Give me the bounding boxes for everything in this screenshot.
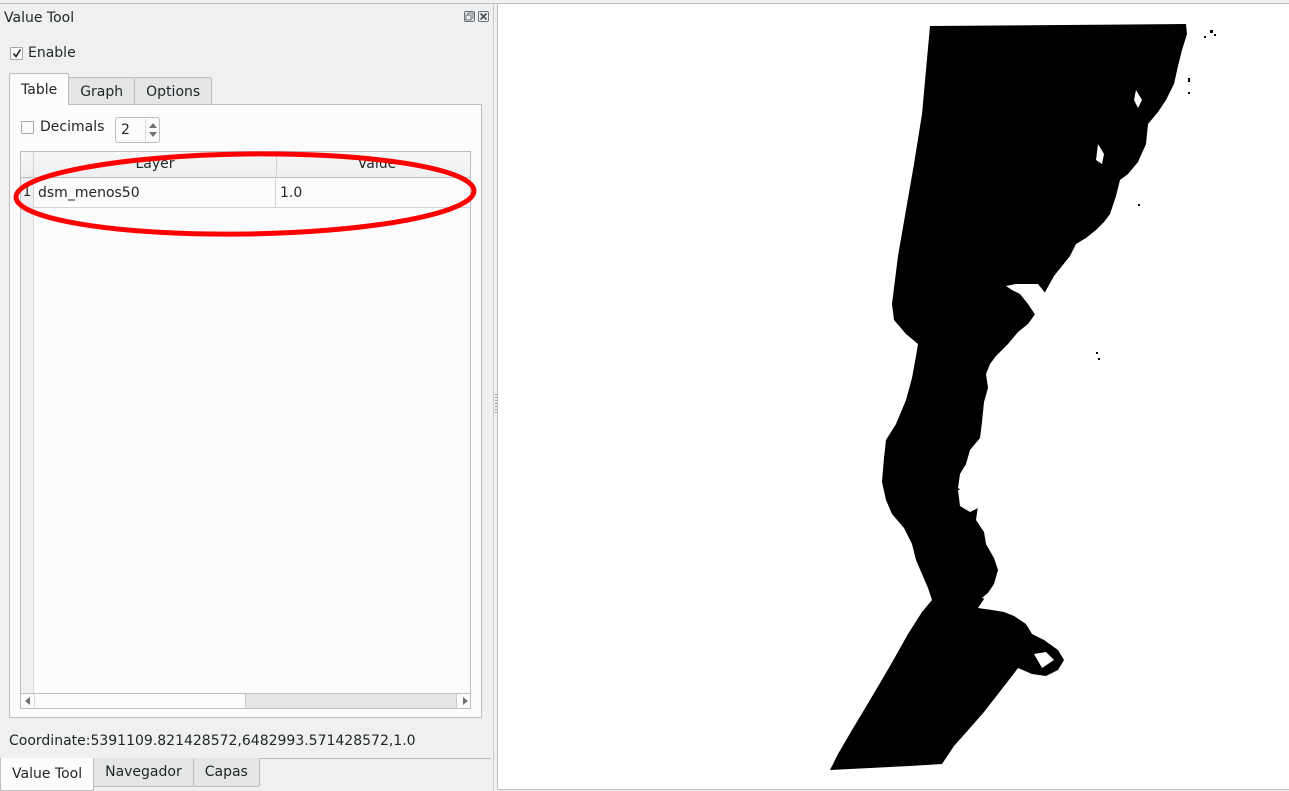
- tab-table[interactable]: Table: [9, 73, 70, 105]
- row-number[interactable]: 1: [21, 178, 34, 208]
- row-header-column: [21, 178, 34, 694]
- enable-checkbox[interactable]: [10, 46, 23, 60]
- cell-layer[interactable]: dsm_menos50: [35, 178, 276, 208]
- map-canvas[interactable]: [497, 4, 1289, 790]
- checkmark-icon: [12, 48, 22, 58]
- scroll-right-icon[interactable]: [463, 697, 468, 705]
- enable-label: Enable: [28, 45, 76, 61]
- tab-graph[interactable]: Graph: [68, 77, 136, 105]
- values-table: Layer Value 1 dsm_menos50 1.0: [20, 151, 471, 709]
- raster-layer-render: [830, 24, 1216, 770]
- table-row[interactable]: 1 dsm_menos50 1.0: [21, 178, 470, 208]
- tab-options[interactable]: Options: [134, 77, 213, 105]
- spin-arrows: [145, 119, 158, 141]
- close-icon[interactable]: [478, 11, 489, 22]
- bottom-tab-navegador[interactable]: Navegador: [93, 758, 194, 787]
- value-tool-dock: Value Tool Enable Table Graph Options De…: [0, 4, 493, 791]
- scroll-left-icon[interactable]: [25, 697, 30, 705]
- inlet-feature: [1004, 344, 1032, 364]
- decimals-value[interactable]: 2: [121, 122, 130, 138]
- dock-bottom-tabs: Value Tool Navegador Capas: [0, 758, 260, 791]
- dock-title: Value Tool: [4, 10, 75, 26]
- column-header-layer[interactable]: Layer: [34, 156, 276, 172]
- table-tab-panel: Decimals 2 Layer Value 1 dsm_menos50 1.0: [9, 104, 482, 718]
- decimals-label: Decimals: [40, 119, 105, 135]
- coordinate-readout: Coordinate:5391109.821428572,6482993.571…: [9, 733, 416, 749]
- decimals-checkbox[interactable]: [21, 120, 34, 134]
- bottom-tab-capas[interactable]: Capas: [192, 758, 260, 787]
- float-icon[interactable]: [464, 11, 475, 22]
- table-header: Layer Value: [21, 152, 470, 178]
- cell-value[interactable]: 1.0: [277, 178, 470, 208]
- value-tool-tabs: Table Graph Options: [9, 73, 213, 105]
- table-corner[interactable]: [21, 152, 34, 178]
- scroll-track[interactable]: [34, 694, 245, 708]
- raster-land-mass: [830, 24, 1187, 770]
- scroll-thumb[interactable]: [245, 694, 457, 708]
- horizontal-scrollbar[interactable]: [21, 693, 470, 708]
- spin-up-icon[interactable]: [149, 123, 157, 128]
- column-header-value[interactable]: Value: [277, 156, 470, 172]
- decimals-checkbox-row[interactable]: Decimals: [21, 119, 104, 135]
- spin-down-icon[interactable]: [149, 132, 157, 137]
- bottom-tab-value-tool[interactable]: Value Tool: [0, 758, 95, 791]
- enable-checkbox-row[interactable]: Enable: [10, 45, 76, 61]
- inlet-feature: [988, 364, 1006, 408]
- decimals-spinbox[interactable]: 2: [115, 117, 160, 143]
